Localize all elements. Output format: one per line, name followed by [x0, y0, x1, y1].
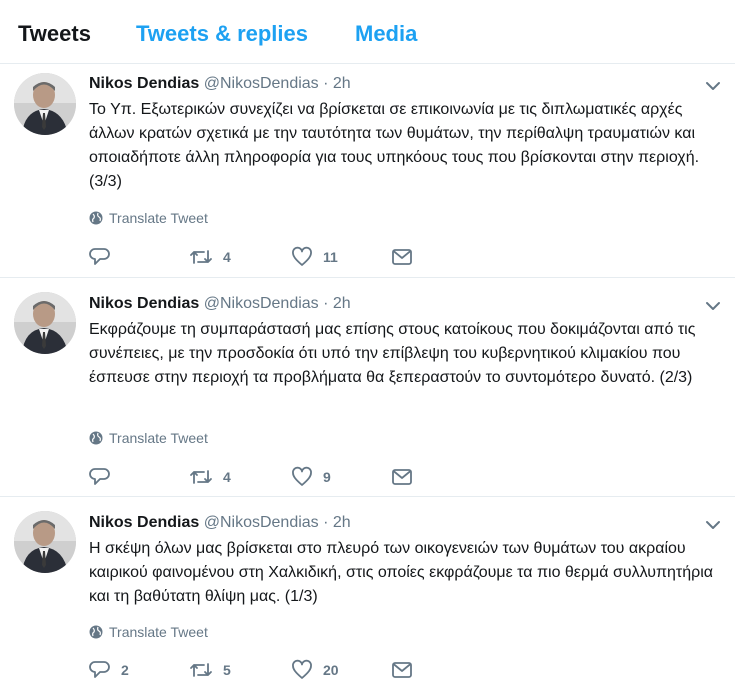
direct-message-button[interactable] — [391, 658, 413, 682]
like-button[interactable]: 11 — [291, 245, 338, 269]
translate-tweet-link[interactable]: Translate Tweet — [89, 209, 208, 227]
reply-count: 2 — [121, 662, 129, 678]
tweet-text: Το Υπ. Εξωτερικών συνεχίζει να βρίσκεται… — [89, 101, 700, 190]
reply-button[interactable] — [89, 245, 121, 269]
tweet-header: Nikos Dendias @NikosDendias · 2h — [89, 294, 351, 314]
translate-tweet-link[interactable]: Translate Tweet — [89, 623, 208, 641]
tweet[interactable]: Nikos Dendias @NikosDendias · 2h Η σκέψη… — [0, 497, 735, 691]
direct-message-button[interactable] — [391, 245, 413, 269]
tweet-header: Nikos Dendias @NikosDendias · 2h — [89, 74, 351, 94]
retweet-button[interactable]: 5 — [189, 658, 231, 682]
retweet-icon — [190, 663, 212, 677]
author-name[interactable]: Nikos Dendias — [89, 514, 199, 531]
tab-tweets[interactable]: Tweets — [18, 20, 91, 48]
message-icon — [392, 662, 412, 678]
retweet-count: 4 — [223, 249, 231, 265]
translate-label: Translate Tweet — [109, 430, 208, 446]
reply-button[interactable] — [89, 465, 121, 489]
like-count: 9 — [323, 469, 331, 485]
reply-icon — [89, 248, 110, 265]
chevron-down-icon[interactable] — [705, 517, 721, 533]
tweet-actions: 4 11 — [89, 245, 429, 269]
tweet[interactable]: Nikos Dendias @NikosDendias · 2h Εκφράζο… — [0, 278, 735, 497]
retweet-count: 5 — [223, 662, 231, 678]
tab-media[interactable]: Media — [355, 20, 417, 48]
avatar[interactable] — [14, 292, 76, 354]
translate-label: Translate Tweet — [109, 210, 208, 226]
timestamp[interactable]: 2h — [333, 514, 351, 531]
avatar-photo — [14, 511, 76, 573]
tweet-header: Nikos Dendias @NikosDendias · 2h — [89, 513, 351, 533]
globe-icon — [89, 431, 103, 445]
chevron-down-icon[interactable] — [705, 78, 721, 94]
like-button[interactable]: 20 — [291, 658, 339, 682]
retweet-count: 4 — [223, 469, 231, 485]
avatar[interactable] — [14, 73, 76, 135]
reply-button[interactable]: 2 — [89, 658, 129, 682]
like-icon — [292, 466, 312, 486]
retweet-icon — [190, 250, 212, 264]
avatar[interactable] — [14, 511, 76, 573]
translate-label: Translate Tweet — [109, 624, 208, 640]
author-name[interactable]: Nikos Dendias — [89, 75, 199, 92]
author-name[interactable]: Nikos Dendias — [89, 295, 199, 312]
globe-icon — [89, 625, 103, 639]
tweet-actions: 4 9 — [89, 465, 429, 489]
separator-dot: · — [323, 295, 329, 312]
retweet-button[interactable]: 4 — [189, 245, 231, 269]
tweet-text: Εκφράζουμε τη συμπαράστασή μας επίσης στ… — [89, 321, 696, 386]
tweet[interactable]: Nikos Dendias @NikosDendias · 2h Το Υπ. … — [0, 64, 735, 278]
like-icon — [292, 659, 312, 679]
message-icon — [392, 249, 412, 265]
avatar-photo — [14, 73, 76, 135]
like-count: 20 — [323, 662, 339, 678]
chevron-down-icon[interactable] — [705, 298, 721, 314]
like-icon — [292, 246, 312, 266]
avatar-photo — [14, 292, 76, 354]
timestamp[interactable]: 2h — [333, 75, 351, 92]
reply-icon — [89, 468, 110, 485]
like-button[interactable]: 9 — [291, 465, 331, 489]
tweet-text: Η σκέψη όλων μας βρίσκεται στο πλευρό τω… — [89, 540, 714, 605]
message-icon — [392, 469, 412, 485]
tweet-actions: 2 5 20 — [89, 658, 429, 682]
tab-tweets-and-replies[interactable]: Tweets & replies — [136, 20, 308, 48]
author-handle[interactable]: @NikosDendias — [204, 75, 319, 92]
translate-tweet-link[interactable]: Translate Tweet — [89, 429, 208, 447]
globe-icon — [89, 211, 103, 225]
retweet-button[interactable]: 4 — [189, 465, 231, 489]
separator-dot: · — [323, 514, 329, 531]
reply-icon — [89, 661, 110, 678]
author-handle[interactable]: @NikosDendias — [204, 295, 319, 312]
like-count: 11 — [323, 249, 338, 265]
profile-tabs: Tweets Tweets & replies Media — [0, 0, 735, 64]
separator-dot: · — [323, 75, 329, 92]
retweet-icon — [190, 470, 212, 484]
author-handle[interactable]: @NikosDendias — [204, 514, 319, 531]
timestamp[interactable]: 2h — [333, 295, 351, 312]
direct-message-button[interactable] — [391, 465, 413, 489]
